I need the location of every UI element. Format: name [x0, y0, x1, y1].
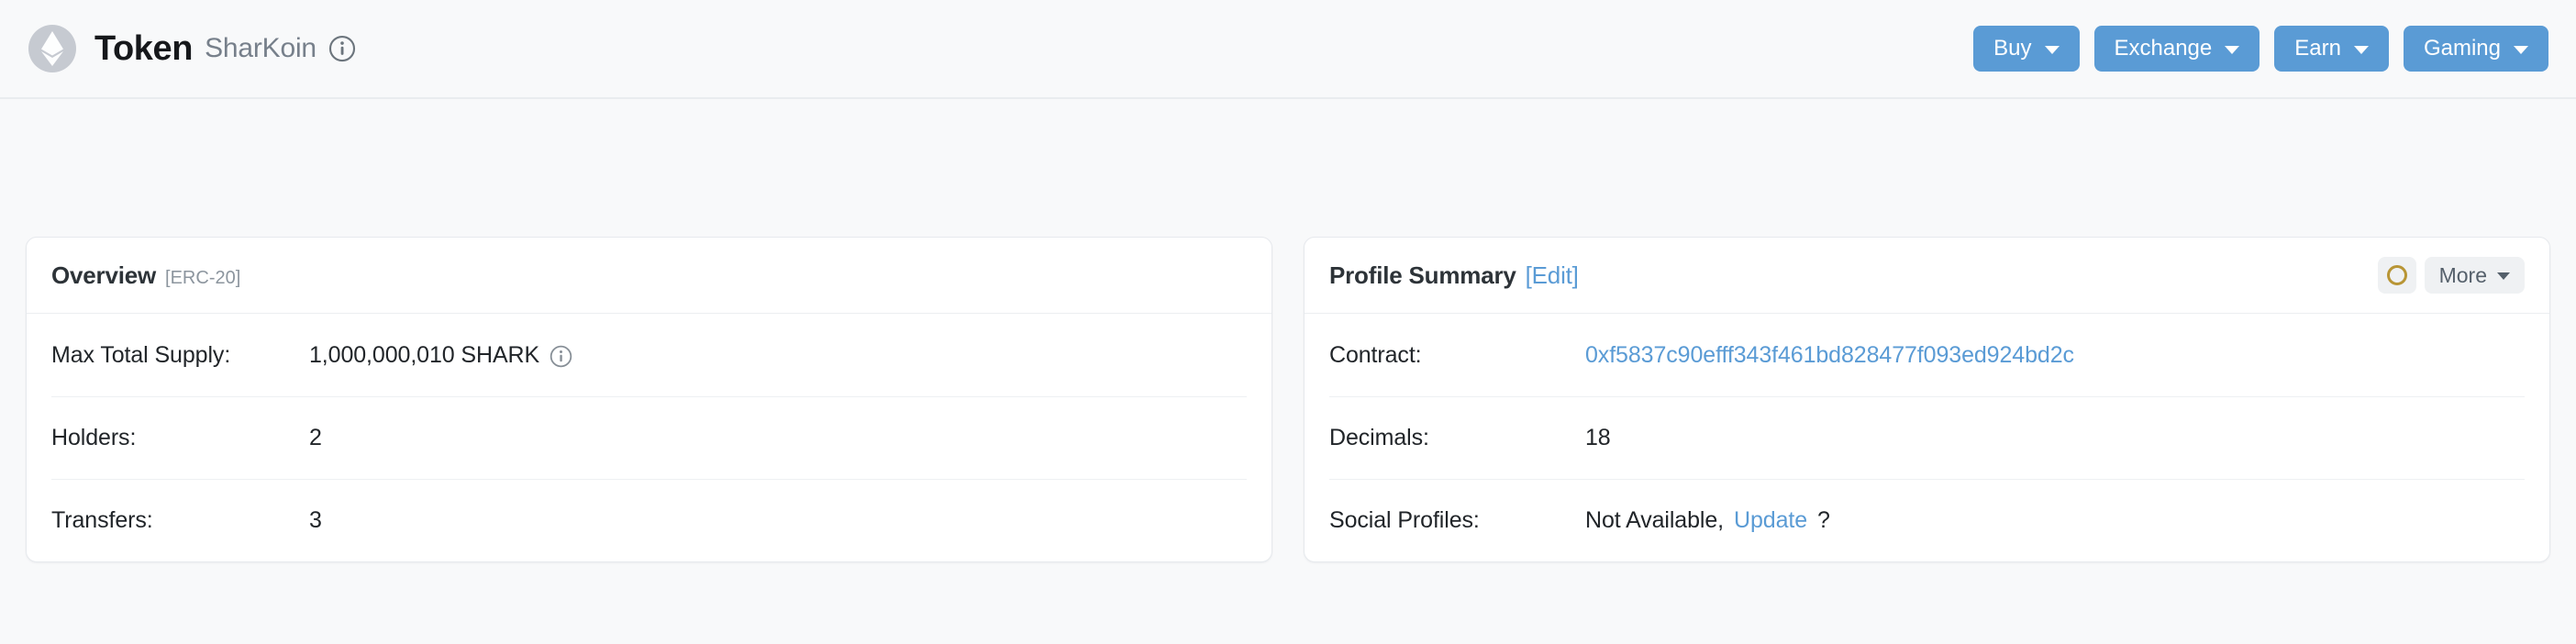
chevron-down-icon: [2497, 272, 2510, 280]
overview-card-header: Overview [ERC-20]: [27, 238, 1271, 314]
chevron-down-icon: [2514, 45, 2528, 54]
gaming-dropdown-button[interactable]: Gaming: [2403, 26, 2548, 72]
profile-summary-card-header: Profile Summary [Edit] More: [1305, 238, 2549, 314]
info-circle-icon[interactable]: [550, 345, 572, 368]
max-total-supply-value-wrap: 1,000,000,010 SHARK: [309, 342, 572, 369]
buy-dropdown-button[interactable]: Buy: [1973, 26, 2080, 72]
page-header: Token SharKoin Buy Exchange Earn Gaming: [0, 0, 2576, 99]
profile-summary-card: Profile Summary [Edit] More Contract: 0x…: [1304, 237, 2550, 562]
social-profiles-label: Social Profiles:: [1329, 507, 1480, 533]
social-profiles-help: ?: [1817, 507, 1830, 533]
contract-label: Contract:: [1329, 341, 1422, 368]
max-total-supply-value: 1,000,000,010 SHARK: [309, 341, 540, 368]
profile-summary-card-body: Contract: 0xf5837c90efff343f461bd828477f…: [1305, 314, 2549, 561]
contract-address-link[interactable]: 0xf5837c90efff343f461bd828477f093ed924bd…: [1585, 342, 2074, 369]
chevron-down-icon: [2225, 45, 2240, 54]
holders-value: 2: [309, 425, 322, 450]
social-profiles-update-link[interactable]: Update: [1734, 507, 1807, 534]
cards-row: Overview [ERC-20] Max Total Supply: 1,00…: [0, 99, 2576, 562]
edit-profile-link[interactable]: [Edit]: [1526, 261, 1579, 290]
max-total-supply-row: Max Total Supply: 1,000,000,010 SHARK: [51, 314, 1247, 396]
token-standard-tag: [ERC-20]: [165, 267, 241, 288]
coin-ring-icon: [2386, 265, 2407, 285]
contract-row: Contract: 0xf5837c90efff343f461bd828477f…: [1329, 314, 2525, 396]
overview-card: Overview [ERC-20] Max Total Supply: 1,00…: [26, 237, 1272, 562]
decimals-value: 18: [1585, 425, 1611, 450]
exchange-dropdown-button[interactable]: Exchange: [2093, 26, 2260, 72]
token-name: SharKoin: [205, 33, 316, 63]
profile-summary-title: Profile Summary: [1329, 261, 1516, 289]
overview-title: Overview: [51, 261, 157, 289]
social-profiles-value-wrap: Not Available, Update ?: [1585, 507, 1830, 534]
page-title: Token: [94, 29, 194, 68]
transfers-value: 3: [309, 507, 322, 533]
contract-value-wrap: 0xf5837c90efff343f461bd828477f093ed924bd…: [1585, 342, 2074, 369]
earn-button-label: Earn: [2294, 36, 2341, 61]
holders-row: Holders: 2: [51, 396, 1247, 479]
decimals-label: Decimals:: [1329, 425, 1429, 450]
profile-summary-heading: Profile Summary [Edit]: [1329, 261, 1579, 290]
holders-label: Holders:: [51, 425, 137, 450]
gaming-button-label: Gaming: [2423, 36, 2501, 61]
profile-card-tools: More: [2377, 257, 2525, 294]
ethereum-diamond-icon: [28, 25, 76, 72]
earn-dropdown-button[interactable]: Earn: [2274, 26, 2389, 72]
social-profiles-status: Not Available,: [1585, 507, 1725, 533]
info-circle-icon[interactable]: [328, 35, 356, 62]
brand-block: Token SharKoin: [26, 25, 356, 72]
decimals-row: Decimals: 18: [1329, 396, 2525, 479]
overview-card-body: Max Total Supply: 1,000,000,010 SHARK Ho…: [27, 314, 1271, 561]
exchange-button-label: Exchange: [2114, 36, 2213, 61]
chevron-down-icon: [2353, 45, 2369, 54]
max-total-supply-label: Max Total Supply:: [51, 341, 231, 368]
coin-ring-button[interactable]: [2377, 257, 2416, 294]
overview-heading: Overview [ERC-20]: [51, 261, 240, 290]
social-profiles-row: Social Profiles: Not Available, Update ?: [1329, 479, 2525, 561]
chevron-down-icon: [2044, 45, 2060, 54]
transfers-label: Transfers:: [51, 507, 153, 533]
more-button-label: More: [2438, 262, 2487, 287]
more-dropdown-button[interactable]: More: [2424, 257, 2525, 294]
transfers-row: Transfers: 3: [51, 479, 1247, 561]
header-actions: Buy Exchange Earn Gaming: [1973, 26, 2550, 72]
buy-button-label: Buy: [1993, 36, 2032, 61]
page-title-row: Token SharKoin: [94, 31, 356, 66]
